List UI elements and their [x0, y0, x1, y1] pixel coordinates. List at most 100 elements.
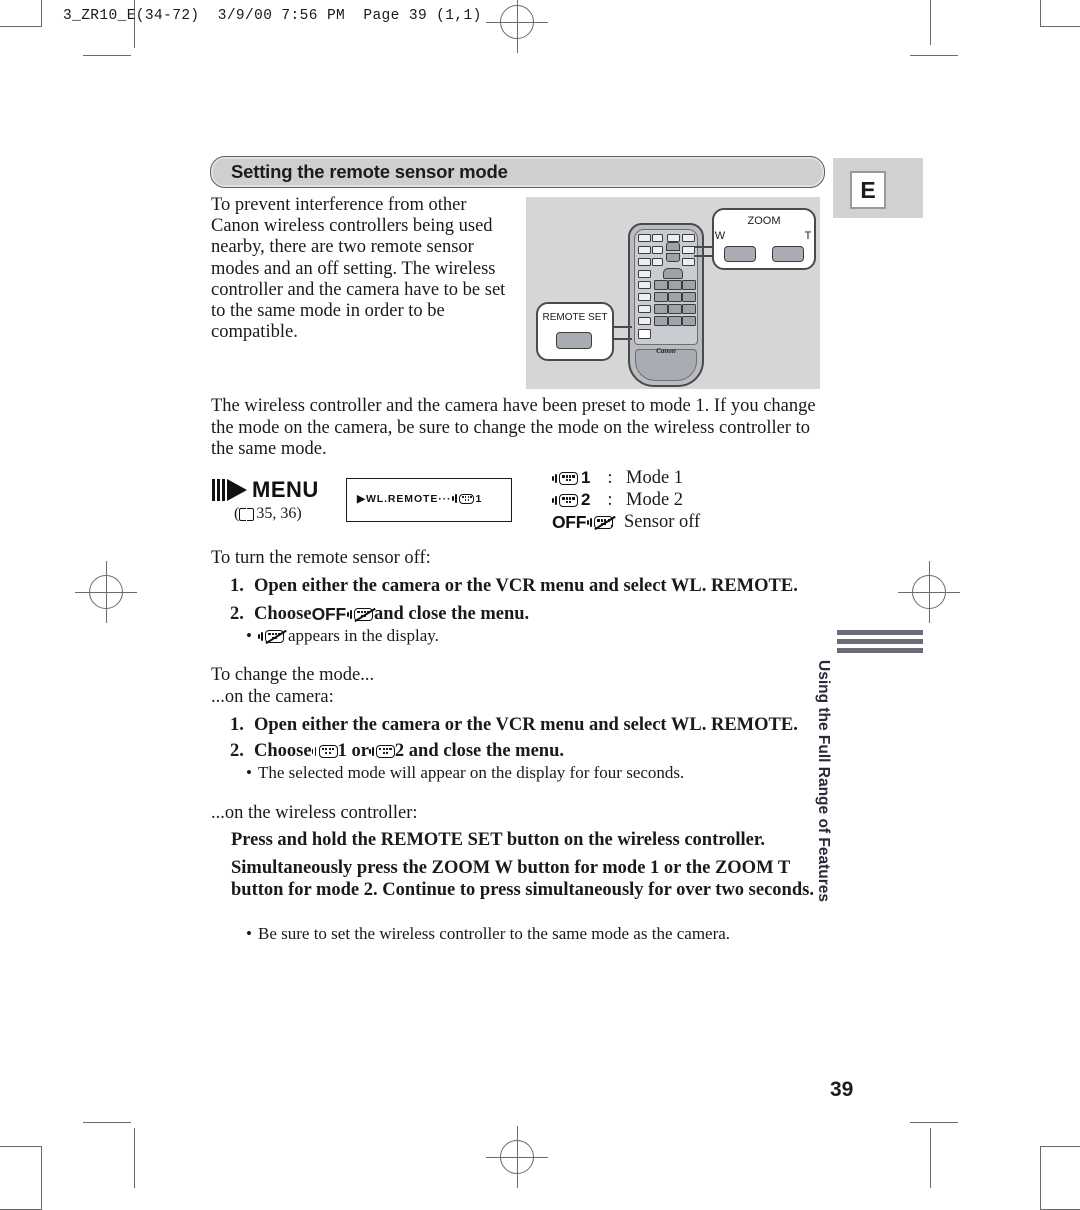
turn-off-step-2: 2. Choose OFF and close the menu.	[230, 603, 830, 625]
turn-off-step-2-prefix: Choose	[254, 604, 312, 624]
remote-off-icon	[258, 629, 287, 644]
remote-set-button-graphic	[638, 329, 651, 339]
zoom-callout: ZOOM W T	[712, 208, 816, 270]
crop-corner-top-right	[1040, 0, 1080, 27]
print-slug: 3_ZR10_E(34-72) 3/9/00 7:56 PM Page 39 (…	[63, 8, 482, 24]
controller-bullet: • Be sure to set the wireless controller…	[240, 924, 730, 944]
change-mode-step-2-prefix: Choose	[254, 741, 312, 761]
remote-mode-icon	[311, 744, 338, 758]
legend-row-mode2: 2 : Mode 2	[552, 490, 700, 511]
legend-mode1-value: 1	[581, 468, 591, 488]
remote-set-callout-label: REMOTE SET	[542, 312, 608, 323]
turn-off-step-1-number: 1.	[230, 576, 244, 596]
zoom-t-button-graphic	[772, 246, 804, 262]
remote-off-icon	[346, 607, 376, 622]
section-title-text: Setting the remote sensor mode	[231, 161, 508, 182]
zoom-w-label: W	[714, 230, 726, 242]
legend-off-label: Sensor off	[624, 511, 701, 532]
side-tab-bars	[837, 630, 923, 657]
legend-row-sensor-off: OFF : Sensor off	[552, 512, 700, 533]
remote-mode-icon	[452, 492, 475, 505]
lcd-mode-number: 1	[475, 492, 483, 505]
registration-mark-bottom	[486, 1126, 548, 1188]
zoom-t-label: T	[804, 230, 812, 242]
legend-mode1-label: Mode 1	[626, 467, 684, 488]
crop-mark-bottom-right-v	[930, 1128, 931, 1188]
menu-label: MENU	[252, 477, 319, 502]
turn-off-heading: To turn the remote sensor off:	[211, 548, 431, 568]
turn-off-step-2-off-value: OFF	[311, 604, 347, 624]
controller-step-line-2: Simultaneously press the ZOOM W button f…	[231, 858, 814, 900]
change-mode-bullet-dot: •	[246, 763, 252, 782]
change-mode-step-1: 1. Open either the camera or the VCR men…	[230, 714, 830, 736]
crop-mark-bottom-left-v	[134, 1128, 135, 1188]
change-mode-bullet-text: The selected mode will appear on the dis…	[258, 763, 685, 782]
legend-off-value: OFF	[552, 511, 587, 532]
mode-legend: 1 : Mode 1 2 : Mode 2 OFF : Sensor off	[552, 468, 700, 534]
crop-mark-top-right-h	[910, 55, 958, 56]
menu-play-icon	[212, 478, 248, 502]
remote-set-button-callout-graphic	[556, 332, 592, 349]
change-mode-step-2: 2. Choose 1 or 2 and close the menu.	[230, 740, 830, 762]
remote-mode-icon: 1	[552, 468, 594, 488]
crop-corner-top-left	[0, 0, 42, 27]
canon-brand-label: Canon	[656, 347, 676, 355]
change-mode-bullet: • The selected mode will appear on the d…	[240, 763, 684, 783]
registration-mark-left	[75, 561, 137, 623]
remote-mode-icon	[368, 744, 395, 758]
crop-mark-bottom-right-h	[910, 1122, 958, 1123]
preset-paragraph: The wireless controller and the camera h…	[211, 396, 816, 459]
change-mode-controller-subheading: ...on the wireless controller:	[211, 803, 418, 823]
controller-step-line-1: Press and hold the REMOTE SET button on …	[231, 830, 765, 850]
zoom-w-button-graphic	[724, 246, 756, 262]
lcd-display-box: ▶WL.REMOTE··· 1	[346, 478, 512, 522]
crop-corner-bottom-right	[1040, 1146, 1080, 1210]
change-mode-step-2-number: 2.	[230, 741, 244, 761]
section-title-bar: Setting the remote sensor mode	[210, 156, 825, 188]
intro-paragraph: To prevent interference from other Canon…	[211, 195, 506, 343]
controller-bullet-text: Be sure to set the wireless controller t…	[258, 924, 731, 943]
controller-bullet-dot: •	[246, 924, 252, 943]
remote-set-callout: REMOTE SET	[536, 302, 614, 361]
menu-page-reference: (35, 36)	[234, 505, 342, 523]
change-mode-step-2-mid-2: 2 and close the menu.	[394, 741, 564, 761]
change-mode-step-1-text: Open either the camera or the VCR menu a…	[254, 715, 798, 735]
legend-row-mode1: 1 : Mode 1	[552, 468, 700, 489]
page-number: 39	[830, 1078, 854, 1101]
remote-off-icon	[587, 515, 616, 531]
language-tab: E	[833, 158, 923, 218]
turn-off-bullet-text: appears in the display.	[288, 626, 439, 645]
change-mode-step-2-mid-1: 1 or	[337, 741, 369, 761]
crop-mark-top-right-v	[930, 0, 931, 45]
turn-off-bullet-dot: •	[246, 626, 252, 645]
crop-mark-bottom-left-h	[83, 1122, 131, 1123]
turn-off-step-2-suffix: and close the menu.	[373, 604, 530, 624]
legend-mode2-label: Mode 2	[626, 489, 684, 510]
legend-mode1-colon: :	[607, 467, 613, 488]
registration-mark-top	[486, 0, 548, 53]
side-tab-text: Using the Full Range of Features	[815, 660, 832, 902]
book-icon	[239, 508, 255, 521]
menu-ref-pages: 35, 36)	[256, 505, 302, 522]
turn-off-bullet: • appears in the display.	[240, 626, 439, 646]
wireless-controller-graphic	[628, 223, 704, 387]
turn-off-step-1-text: Open either the camera or the VCR menu a…	[254, 576, 798, 596]
side-tab-bar	[837, 639, 923, 644]
language-tab-letter: E	[850, 171, 886, 209]
change-mode-camera-subheading: ...on the camera:	[211, 687, 334, 707]
remote-illustration: Canon ZOOM W T REMOTE SET	[526, 197, 820, 389]
turn-off-step-1: 1. Open either the camera or the VCR men…	[230, 575, 830, 597]
change-mode-heading: To change the mode...	[211, 665, 375, 685]
side-tab-bar	[837, 630, 923, 635]
menu-reference-block: MENU (35, 36)	[212, 477, 342, 523]
zoom-callout-title: ZOOM	[747, 215, 781, 227]
crop-mark-top-left-h	[83, 55, 131, 56]
turn-off-step-2-number: 2.	[230, 604, 244, 624]
registration-mark-right	[898, 561, 960, 623]
lcd-menu-text: ▶WL.REMOTE···	[357, 492, 452, 505]
remote-keypad-area	[634, 229, 698, 345]
change-mode-step-1-number: 1.	[230, 715, 244, 735]
crop-corner-bottom-left	[0, 1146, 42, 1210]
side-tab-bar	[837, 648, 923, 653]
legend-mode2-colon: :	[607, 489, 613, 510]
